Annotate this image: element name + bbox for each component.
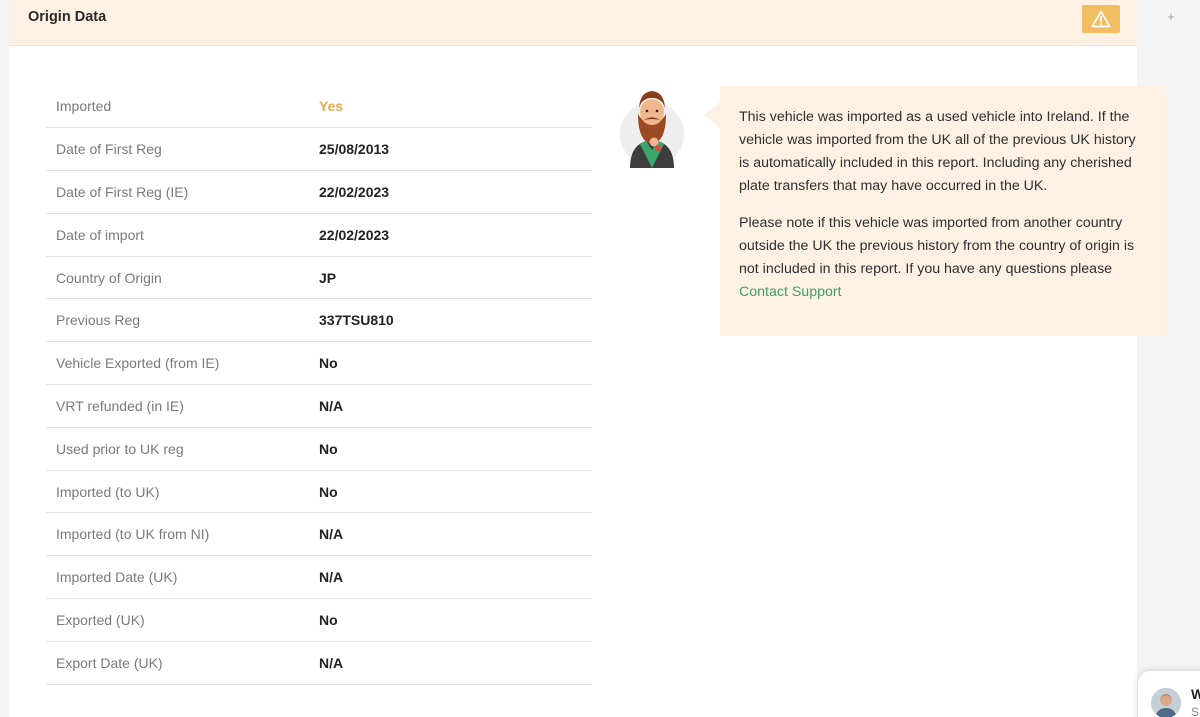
table-row: Country of Origin JP [46,256,592,299]
row-label: Imported (to UK) [56,483,160,500]
origin-data-table: Imported Yes Date of First Reg 25/08/201… [46,85,592,685]
table-row: Date of First Reg (IE) 22/02/2023 [46,171,592,214]
table-row: Imported Date (UK) N/A [46,556,592,599]
mascot-avatar-icon [620,91,684,168]
table-row: Date of First Reg 25/08/2013 [46,128,592,171]
row-label: Previous Reg [56,312,141,329]
row-value: N/A [319,569,344,586]
row-value: No [319,440,338,457]
chat-widget[interactable]: W S [1138,671,1200,717]
section-header[interactable]: Origin Data [9,0,1137,46]
table-row: Imported (to UK from NI) N/A [46,513,592,556]
table-row: Previous Reg 337TSU810 [46,299,592,342]
table-row: Used prior to UK reg No [46,427,592,471]
row-label: Exported (UK) [56,611,145,628]
row-label: Export Date (UK) [56,654,163,671]
table-row: VRT refunded (in IE) N/A [46,385,592,428]
table-row: Imported (to UK) No [46,470,592,513]
row-label: Used prior to UK reg [56,440,184,457]
row-value: N/A [319,526,344,543]
table-row: Vehicle Exported (from IE) No [46,342,592,385]
row-value: JP [319,269,337,286]
info-paragraph-1: This vehicle was imported as a used vehi… [739,109,1136,194]
page: Origin Data + Imported Yes Date of First… [0,0,1200,717]
expand-button[interactable]: + [1160,6,1182,28]
row-label: Country of Origin [56,269,162,286]
info-paragraph-2-text: Please note if this vehicle was imported… [739,215,1135,277]
row-value: Yes [319,98,344,115]
chat-widget-title: W [1191,686,1200,702]
person-icon [1151,688,1181,717]
row-label: Date of import [56,226,144,243]
row-value: No [319,355,338,372]
row-label: Date of First Reg [56,141,162,158]
row-value: No [319,611,338,628]
row-value: N/A [319,397,344,414]
row-label: Vehicle Exported (from IE) [56,355,220,372]
chat-widget-subtitle: S [1191,705,1200,717]
table-row: Exported (UK) No [46,599,592,642]
row-value: 22/02/2023 [319,226,390,243]
row-label: Imported [56,98,112,115]
row-value: 25/08/2013 [319,141,390,158]
section-title: Origin Data [28,9,107,25]
warning-button[interactable] [1082,5,1120,33]
warning-triangle-icon [1091,10,1111,28]
table-row: Export Date (UK) N/A [46,641,592,685]
row-label: VRT refunded (in IE) [56,397,184,414]
row-value: No [319,483,338,500]
row-value: 22/02/2023 [319,183,390,200]
info-speech-bubble: This vehicle was imported as a used vehi… [704,86,1166,336]
row-label: Imported (to UK from NI) [56,526,210,543]
table-row: Imported Yes [46,85,592,128]
row-label: Date of First Reg (IE) [56,183,189,200]
table-row: Date of import 22/02/2023 [46,213,592,257]
row-value: 337TSU810 [319,312,394,329]
row-value: N/A [319,654,344,671]
info-paragraph-2: Please note if this vehicle was imported… [739,212,1148,304]
chat-agent-avatar [1151,688,1181,717]
row-label: Imported Date (UK) [56,569,178,586]
contact-support-link[interactable]: Contact Support [739,284,842,300]
